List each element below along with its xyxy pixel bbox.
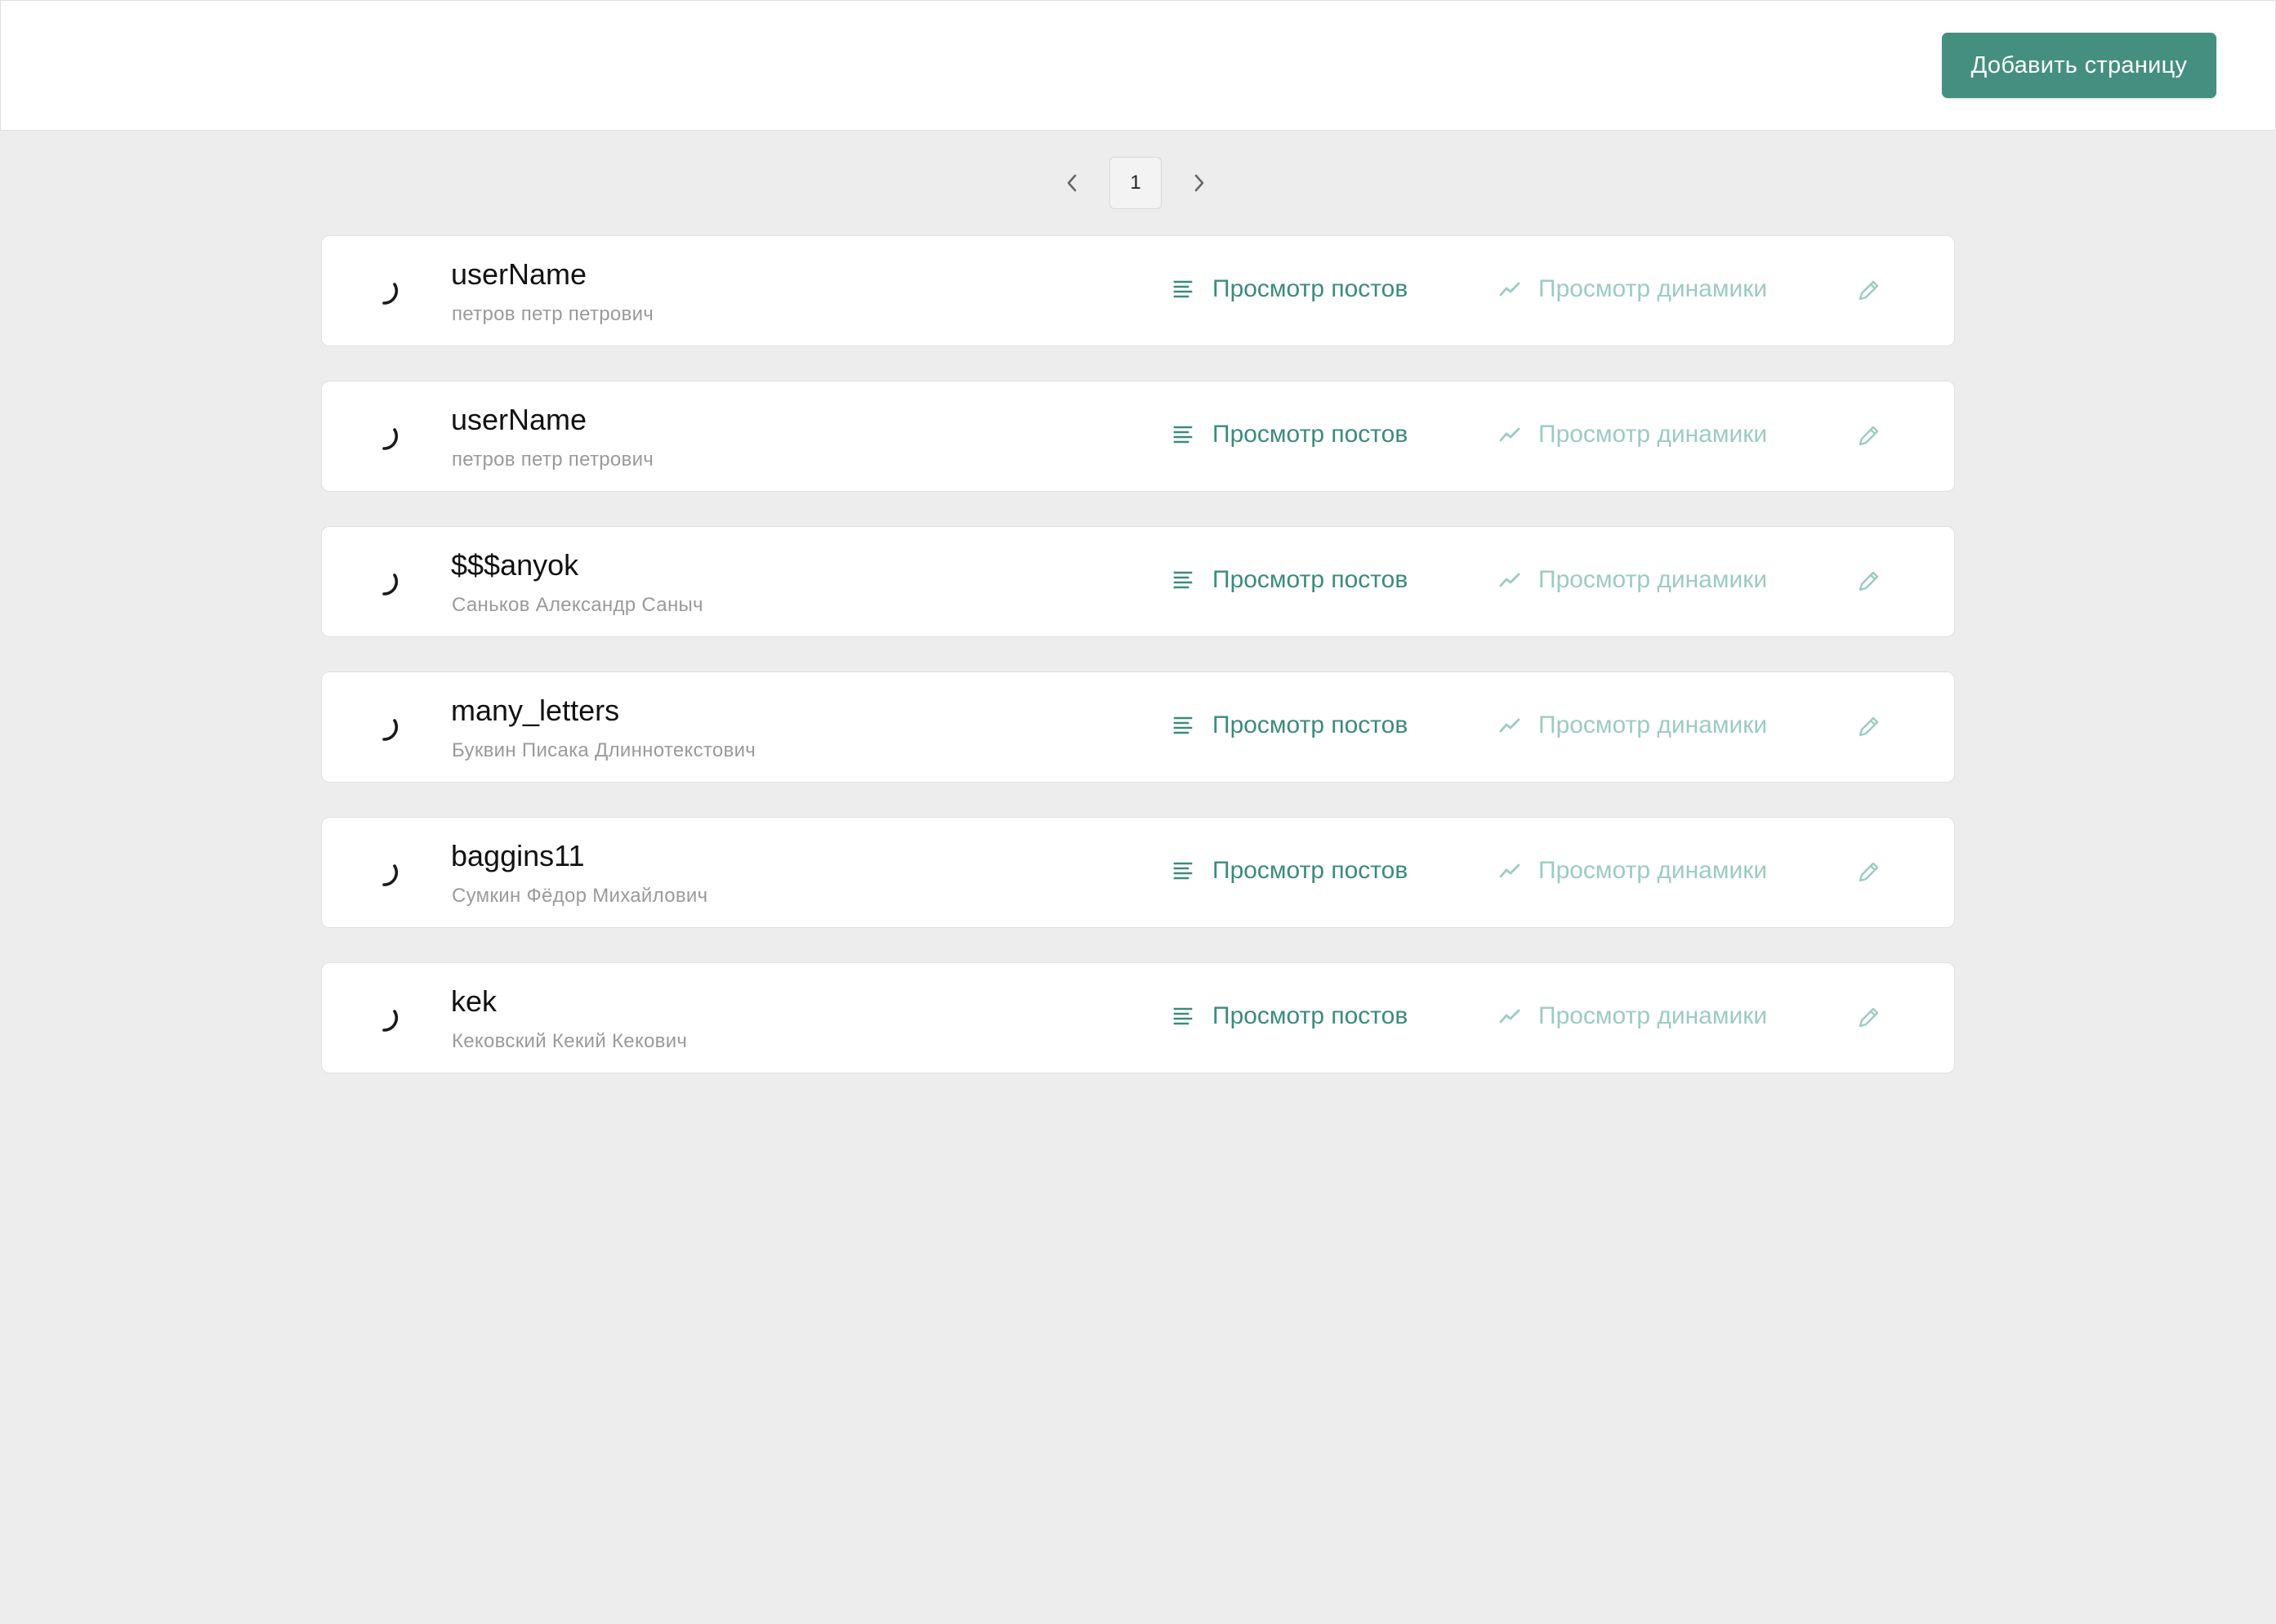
- view-posts-label: Просмотр постов: [1212, 712, 1408, 738]
- text-lines-icon: [1173, 278, 1196, 301]
- pencil-icon[interactable]: [1854, 422, 1882, 450]
- view-dynamics-label: Просмотр динамики: [1538, 712, 1768, 738]
- view-posts-link[interactable]: Просмотр постов: [1173, 421, 1408, 448]
- spinner-icon: [382, 428, 399, 450]
- page-full-name: Сумкин Фёдор Михайлович: [452, 885, 708, 907]
- trend-line-icon: [1499, 859, 1522, 882]
- spinner-icon: [382, 864, 399, 886]
- chevron-left-icon: [1067, 174, 1077, 192]
- view-dynamics-link[interactable]: Просмотр динамики: [1499, 566, 1767, 594]
- view-posts-link[interactable]: Просмотр постов: [1173, 566, 1408, 594]
- view-posts-label: Просмотр постов: [1212, 857, 1408, 884]
- page-full-name: Саньков Александр Саныч: [452, 594, 703, 616]
- page-username: $$$anyok: [451, 548, 579, 582]
- text-lines-icon: [1173, 569, 1196, 591]
- spinner-icon: [382, 1010, 399, 1032]
- page-username: userName: [451, 403, 587, 436]
- text-lines-icon: [1173, 423, 1196, 446]
- text-lines-icon: [1173, 1005, 1196, 1028]
- page-number-button[interactable]: 1: [1109, 157, 1162, 209]
- view-dynamics-label: Просмотр динамики: [1538, 421, 1768, 448]
- next-page-button[interactable]: [1181, 157, 1217, 209]
- page-full-name: петров петр петрович: [452, 303, 654, 325]
- page-username: baggins11: [451, 839, 585, 872]
- pencil-icon[interactable]: [1854, 1004, 1882, 1032]
- prev-page-button[interactable]: [1054, 157, 1090, 209]
- page-card: userName петров петр петрович Просмотр п…: [321, 235, 1955, 346]
- page-card: kek Кековский Кекий Кекович Просмотр пос…: [321, 962, 1955, 1073]
- page-username: many_letters: [451, 694, 620, 727]
- view-dynamics-label: Просмотр динамики: [1538, 275, 1768, 302]
- view-dynamics-label: Просмотр динамики: [1538, 566, 1768, 593]
- trend-line-icon: [1499, 714, 1522, 737]
- view-posts-link[interactable]: Просмотр постов: [1173, 275, 1408, 303]
- view-dynamics-link[interactable]: Просмотр динамики: [1499, 275, 1767, 303]
- page-full-name: петров петр петрович: [452, 448, 654, 471]
- pencil-icon[interactable]: [1854, 277, 1882, 305]
- pencil-icon[interactable]: [1854, 713, 1882, 741]
- page-username: kek: [451, 984, 498, 1018]
- view-posts-link[interactable]: Просмотр постов: [1173, 712, 1408, 739]
- page-card: $$$anyok Саньков Александр Саныч Просмот…: [321, 526, 1955, 637]
- page-full-name: Кековский Кекий Кекович: [452, 1030, 688, 1052]
- view-posts-label: Просмотр постов: [1212, 566, 1408, 593]
- trend-line-icon: [1499, 423, 1522, 446]
- spinner-icon: [382, 719, 399, 741]
- page-card: many_letters Буквин Писака Длиннотекстов…: [321, 671, 1955, 783]
- top-bar: Добавить страницу: [0, 0, 2276, 131]
- trend-line-icon: [1499, 278, 1522, 301]
- page-username: userName: [451, 257, 587, 291]
- view-dynamics-link[interactable]: Просмотр динамики: [1499, 1002, 1767, 1030]
- trend-line-icon: [1499, 569, 1522, 591]
- pencil-icon[interactable]: [1854, 568, 1882, 596]
- view-dynamics-label: Просмотр динамики: [1538, 1002, 1768, 1029]
- spinner-icon: [382, 283, 399, 305]
- page-card: baggins11 Сумкин Фёдор Михайлович Просмо…: [321, 817, 1955, 928]
- view-dynamics-link[interactable]: Просмотр динамики: [1499, 421, 1767, 448]
- view-dynamics-link[interactable]: Просмотр динамики: [1499, 857, 1767, 885]
- view-dynamics-link[interactable]: Просмотр динамики: [1499, 712, 1767, 739]
- spinner-icon: [382, 573, 399, 596]
- chevron-right-icon: [1194, 174, 1204, 192]
- view-posts-link[interactable]: Просмотр постов: [1173, 857, 1408, 885]
- text-lines-icon: [1173, 859, 1196, 882]
- view-dynamics-label: Просмотр динамики: [1538, 857, 1768, 884]
- add-page-button[interactable]: Добавить страницу: [1942, 33, 2216, 98]
- page-card: userName петров петр петрович Просмотр п…: [321, 381, 1955, 492]
- pencil-icon[interactable]: [1854, 859, 1882, 886]
- view-posts-label: Просмотр постов: [1212, 275, 1408, 302]
- pages-list: userName петров петр петрович Просмотр п…: [321, 235, 1955, 1108]
- text-lines-icon: [1173, 714, 1196, 737]
- view-posts-label: Просмотр постов: [1212, 1002, 1408, 1029]
- view-posts-link[interactable]: Просмотр постов: [1173, 1002, 1408, 1030]
- page-full-name: Буквин Писака Длиннотекстович: [452, 739, 756, 761]
- trend-line-icon: [1499, 1005, 1522, 1028]
- pagination: 1: [1054, 157, 1217, 209]
- view-posts-label: Просмотр постов: [1212, 421, 1408, 448]
